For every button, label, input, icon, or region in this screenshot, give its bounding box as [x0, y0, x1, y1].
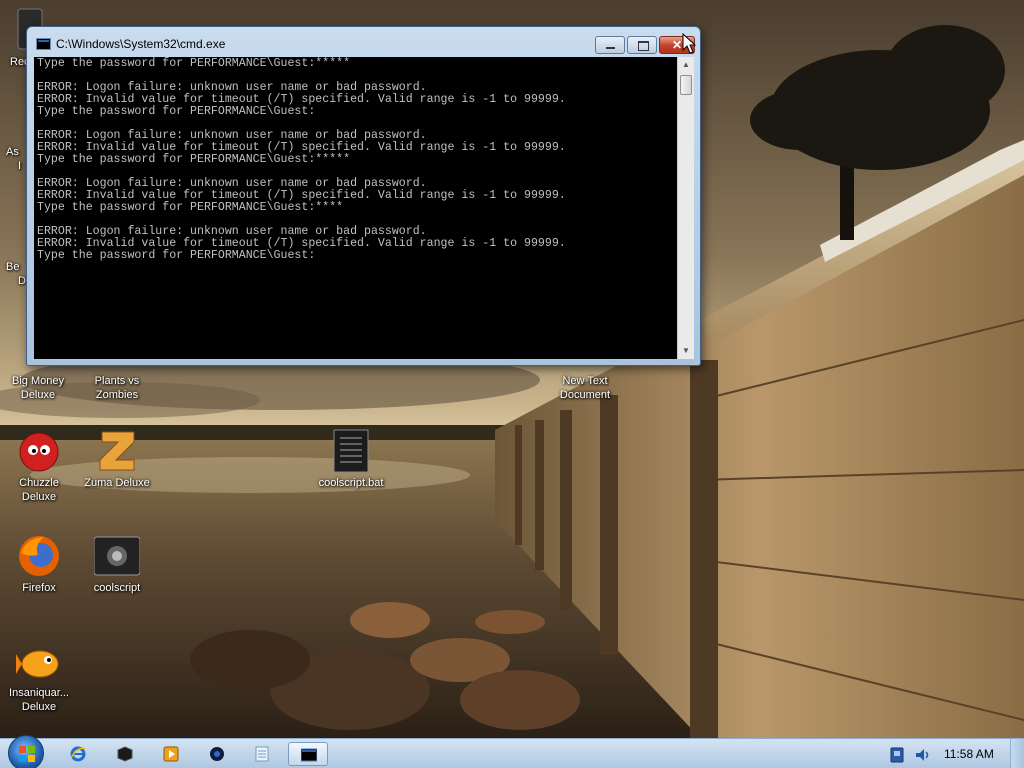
- maximize-button[interactable]: [627, 36, 657, 54]
- desktop-icon-coolscript-bat[interactable]: coolscript.bat: [313, 428, 389, 490]
- taskbar-notepad[interactable]: [242, 742, 282, 766]
- desktop-icon-big-money-deluxe[interactable]: Big Money Deluxe: [0, 374, 76, 402]
- mouse-pointer-icon: [682, 32, 697, 55]
- internet-explorer-icon: [70, 746, 86, 762]
- desktop-icon-new-text-document[interactable]: New Text Document: [547, 374, 623, 402]
- window-title: C:\Windows\System32\cmd.exe: [56, 37, 226, 51]
- scroll-up-icon[interactable]: ▲: [678, 57, 694, 73]
- desktop-icon-plants-vs-zombies[interactable]: Plants vs Zombies: [79, 374, 155, 402]
- insaniquarium-icon: [16, 638, 62, 684]
- console-output[interactable]: Type the password for PERFORMANCE\Guest:…: [34, 57, 677, 359]
- scroll-down-icon[interactable]: ▼: [678, 343, 694, 359]
- console-text: Type the password for PERFORMANCE\Guest:…: [37, 57, 566, 262]
- taskbar: 11:58 AM: [0, 735, 1024, 768]
- taskbar-cube-app[interactable]: [105, 742, 145, 766]
- desktop-icon-coolscript[interactable]: coolscript: [79, 533, 155, 595]
- cube-app-icon: [117, 746, 133, 762]
- taskbar-media-player[interactable]: [151, 742, 191, 766]
- cmd-icon: [36, 38, 51, 50]
- coolscript-shortcut-icon: [93, 533, 141, 579]
- notepad-icon: [255, 746, 269, 762]
- show-desktop-button[interactable]: [1010, 739, 1024, 768]
- desktop-icon-zuma-deluxe[interactable]: Zuma Deluxe: [79, 428, 155, 490]
- system-clock[interactable]: 11:58 AM: [944, 747, 994, 761]
- desktop-icon-insaniquarium-deluxe[interactable]: Insaniquar... Deluxe: [1, 638, 77, 714]
- disc-app-icon: [210, 747, 224, 761]
- cmd-icon: [301, 748, 317, 762]
- cmd-window[interactable]: C:\Windows\System32\cmd.exe ✕ Type the p…: [26, 26, 701, 366]
- window-titlebar[interactable]: C:\Windows\System32\cmd.exe ✕: [27, 27, 700, 57]
- minimize-icon: [596, 37, 624, 53]
- maximize-icon: [628, 37, 656, 53]
- taskbar-cmd[interactable]: [288, 742, 328, 766]
- batch-file-icon: [328, 428, 374, 474]
- zuma-icon: [94, 428, 140, 474]
- taskbar-internet-explorer[interactable]: [58, 742, 98, 766]
- start-button[interactable]: [8, 735, 44, 768]
- windows-logo-icon: [19, 746, 35, 762]
- desktop-icon-chuzzle-deluxe[interactable]: Chuzzle Deluxe: [1, 428, 77, 504]
- taskbar-disc-app[interactable]: [197, 742, 237, 766]
- minimize-button[interactable]: [595, 36, 625, 54]
- firefox-icon: [16, 533, 62, 579]
- media-player-icon: [163, 746, 179, 762]
- network-tray-icon[interactable]: [889, 747, 905, 763]
- vertical-scrollbar[interactable]: ▲ ▼: [677, 57, 694, 359]
- volume-tray-icon[interactable]: [914, 747, 930, 763]
- desktop-icon-firefox[interactable]: Firefox: [1, 533, 77, 595]
- scroll-thumb[interactable]: [680, 75, 692, 95]
- chuzzle-icon: [16, 428, 62, 474]
